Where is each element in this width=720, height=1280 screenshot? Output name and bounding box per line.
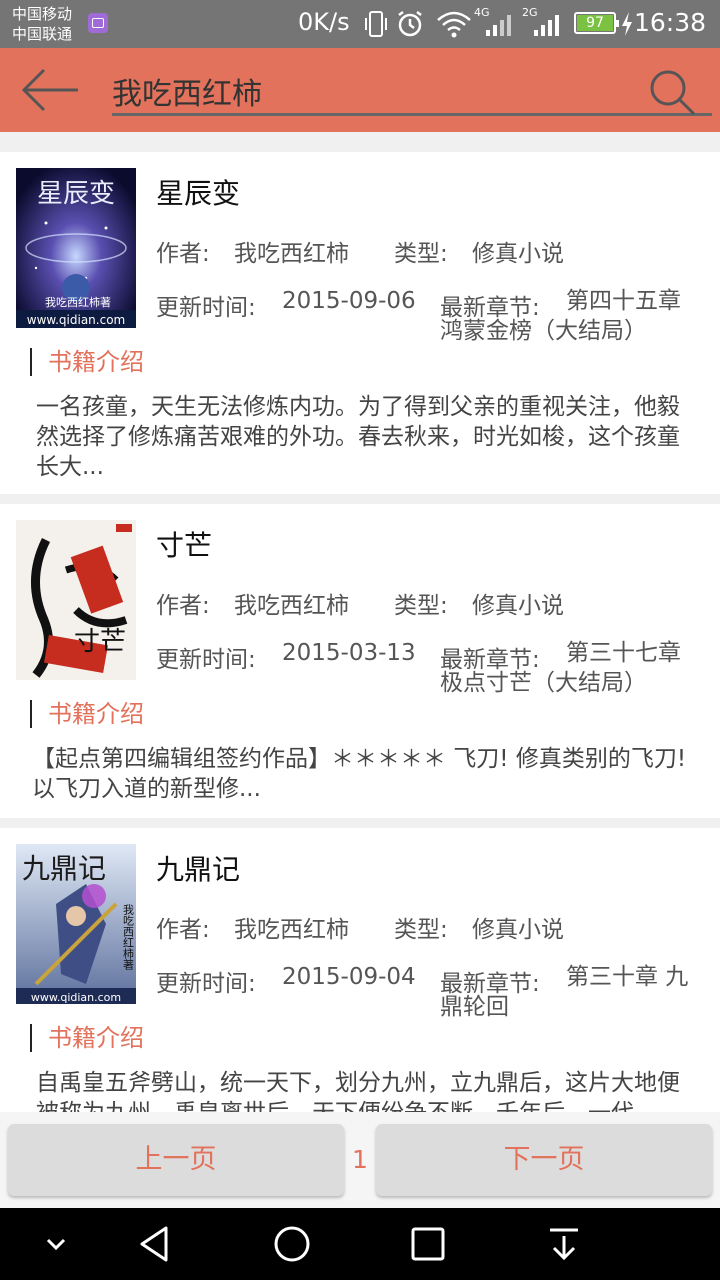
alarm-icon bbox=[398, 11, 422, 37]
search-button[interactable] bbox=[646, 66, 698, 118]
intro-heading: 书籍介绍 bbox=[30, 700, 144, 728]
book-cover: 九鼎记 我吃西红柿著 www.qidian.com bbox=[16, 844, 136, 1004]
battery-icon: 97 bbox=[574, 12, 619, 34]
pagination-bar: 上一页 1 下一页 bbox=[0, 1112, 720, 1208]
carrier-1: 中国移动 bbox=[12, 5, 73, 23]
system-nav-bar bbox=[0, 1208, 720, 1280]
type-label: 类型: bbox=[394, 593, 448, 619]
cover-author: 我吃西红柿著 bbox=[45, 295, 111, 309]
latest-chapter[interactable]: 第三十章 九鼎轮回 bbox=[440, 962, 704, 1022]
prev-page-button[interactable]: 上一页 bbox=[8, 1124, 344, 1196]
cover-site: www.qidian.com bbox=[31, 991, 121, 1004]
author-label: 作者: bbox=[156, 241, 210, 267]
gallery-icon bbox=[88, 13, 108, 33]
updated-label: 更新时间: bbox=[156, 647, 256, 673]
clock: 16:38 bbox=[633, 8, 706, 37]
cover-site: www.qidian.com bbox=[27, 313, 125, 327]
type-value: 修真小说 bbox=[472, 241, 564, 267]
book-title[interactable]: 寸芒 bbox=[156, 524, 212, 564]
home-icon[interactable] bbox=[270, 1222, 314, 1266]
book-cover: 星辰变 我吃西红柿著 www.qidian.com bbox=[16, 168, 136, 328]
author-label: 作者: bbox=[156, 593, 210, 619]
updated-value: 2015-03-13 bbox=[282, 640, 416, 666]
type-value: 修真小说 bbox=[472, 917, 564, 943]
arrow-left-icon bbox=[21, 68, 78, 112]
book-card[interactable]: 星辰变 我吃西红柿著 www.qidian.com 星辰变 作者: 我吃西红柿 … bbox=[0, 152, 720, 494]
intro-text: 一名孩童，天生无法修炼内功。为了得到父亲的重视关注，他毅然选择了修炼痛苦艰难的外… bbox=[36, 394, 680, 480]
updated-label: 更新时间: bbox=[156, 971, 256, 997]
author-value: 我吃西红柿 bbox=[234, 917, 349, 943]
battery-level: 97 bbox=[577, 15, 613, 31]
next-page-button[interactable]: 下一页 bbox=[376, 1124, 712, 1196]
back-nav-icon[interactable] bbox=[134, 1222, 178, 1266]
network-speed: 0K/s bbox=[298, 8, 350, 36]
carrier-info: 中国移动 中国联通 bbox=[12, 4, 72, 44]
book-card[interactable]: 寸芒 寸芒 作者: 我吃西红柿 类型: 修真小说 更新时间: 2015-03-1… bbox=[0, 504, 720, 818]
intro-heading: 书籍介绍 bbox=[30, 1024, 144, 1052]
carrier-2: 中国联通 bbox=[12, 25, 73, 43]
status-bar: 中国移动 中国联通 0K/s 4G 2G 97 16:38 bbox=[0, 0, 720, 48]
back-button[interactable] bbox=[18, 64, 82, 116]
notification-pull-icon[interactable] bbox=[542, 1222, 586, 1266]
updated-value: 2015-09-06 bbox=[282, 288, 416, 314]
author-label: 作者: bbox=[156, 917, 210, 943]
search-bar bbox=[0, 48, 720, 132]
search-input[interactable] bbox=[112, 68, 712, 116]
cover-author: 我吃西红柿著 bbox=[122, 904, 135, 971]
book-list: 星辰变 我吃西红柿著 www.qidian.com 星辰变 作者: 我吃西红柿 … bbox=[0, 132, 720, 1112]
charging-icon bbox=[622, 12, 632, 36]
type-label: 类型: bbox=[394, 241, 448, 267]
type-label: 类型: bbox=[394, 917, 448, 943]
author-value: 我吃西红柿 bbox=[234, 593, 349, 619]
book-cover: 寸芒 bbox=[16, 520, 136, 680]
search-icon bbox=[650, 70, 696, 116]
intro-heading: 书籍介绍 bbox=[30, 348, 144, 376]
app-root: 中国移动 中国联通 0K/s 4G 2G 97 16:38 我吃西红柿 星辰变 … bbox=[0, 0, 720, 1280]
cover-title: 星辰变 bbox=[37, 179, 115, 209]
book-card[interactable]: 九鼎记 我吃西红柿著 www.qidian.com 九鼎记 作者: 我吃西红柿 … bbox=[0, 828, 720, 1112]
intro-text: 自禹皇五斧劈山，统一天下，划分九州，立九鼎后，这片大地便被称为九州。禹皇离世后，… bbox=[36, 1070, 680, 1112]
book-title[interactable]: 九鼎记 bbox=[156, 848, 240, 888]
vibrate-icon bbox=[365, 11, 387, 37]
signal-icon-1 bbox=[486, 15, 511, 36]
cover-title: 寸芒 bbox=[74, 627, 126, 657]
author-value: 我吃西红柿 bbox=[234, 241, 349, 267]
page-number: 1 bbox=[352, 1145, 368, 1174]
updated-value: 2015-09-04 bbox=[282, 964, 416, 990]
latest-chapter[interactable]: 第四十五章 鸿蒙金榜（大结局） bbox=[440, 286, 704, 346]
recents-icon[interactable] bbox=[406, 1222, 450, 1266]
book-title[interactable]: 星辰变 bbox=[156, 172, 240, 212]
signal-icon-2 bbox=[534, 15, 559, 36]
wifi-icon bbox=[437, 11, 471, 38]
updated-label: 更新时间: bbox=[156, 295, 256, 321]
chevron-down-icon[interactable] bbox=[34, 1222, 78, 1266]
type-value: 修真小说 bbox=[472, 593, 564, 619]
latest-chapter[interactable]: 第三十七章 极点寸芒（大结局） bbox=[440, 638, 704, 698]
intro-text: 【起点第四编辑组签约作品】＊＊＊＊＊ 飞刀! 修真类别的飞刀! 以飞刀入道的新型… bbox=[32, 746, 687, 802]
cover-title: 九鼎记 bbox=[22, 852, 106, 885]
